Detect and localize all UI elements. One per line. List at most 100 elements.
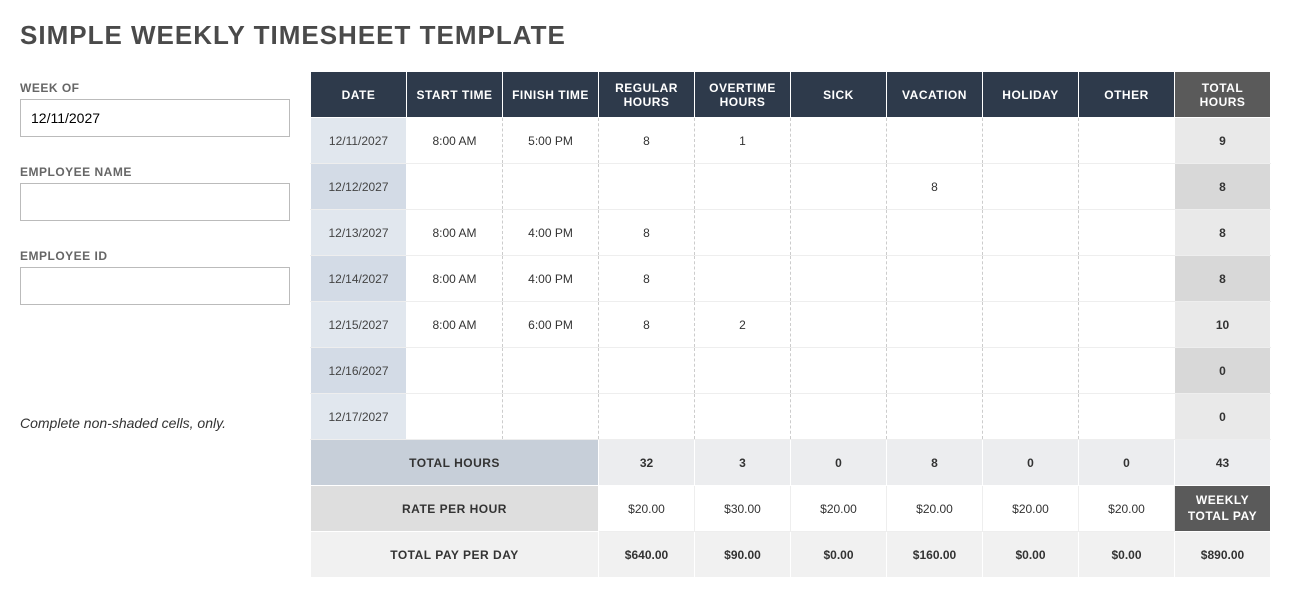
cell-total: 9 [1175, 118, 1271, 164]
cell-overtime[interactable] [695, 210, 791, 256]
employee-name-input[interactable] [20, 183, 290, 221]
cell-regular[interactable] [599, 164, 695, 210]
cell-overtime[interactable] [695, 394, 791, 440]
cell-regular[interactable]: 8 [599, 302, 695, 348]
total-regular: 32 [599, 440, 695, 486]
cell-sick[interactable] [791, 394, 887, 440]
cell-sick[interactable] [791, 302, 887, 348]
cell-start[interactable] [407, 394, 503, 440]
cell-other[interactable] [1079, 256, 1175, 302]
cell-start[interactable] [407, 164, 503, 210]
header-row: DATE START TIME FINISH TIME REGULAR HOUR… [311, 72, 1271, 118]
cell-sick[interactable] [791, 210, 887, 256]
pay-sick: $0.00 [791, 532, 887, 578]
rate-overtime[interactable]: $30.00 [695, 486, 791, 532]
rate-regular[interactable]: $20.00 [599, 486, 695, 532]
cell-vacation[interactable] [887, 256, 983, 302]
header-vacation: VACATION [887, 72, 983, 118]
cell-holiday[interactable] [983, 302, 1079, 348]
cell-sick[interactable] [791, 256, 887, 302]
pay-regular: $640.00 [599, 532, 695, 578]
cell-regular[interactable] [599, 394, 695, 440]
week-of-input[interactable] [20, 99, 290, 137]
cell-finish[interactable] [503, 164, 599, 210]
cell-overtime[interactable] [695, 348, 791, 394]
cell-date: 12/12/2027 [311, 164, 407, 210]
cell-finish[interactable] [503, 394, 599, 440]
cell-holiday[interactable] [983, 348, 1079, 394]
table-row: 12/14/20278:00 AM4:00 PM88 [311, 256, 1271, 302]
cell-regular[interactable]: 8 [599, 256, 695, 302]
cell-regular[interactable]: 8 [599, 210, 695, 256]
rate-other[interactable]: $20.00 [1079, 486, 1175, 532]
cell-total: 8 [1175, 164, 1271, 210]
pay-other: $0.00 [1079, 532, 1175, 578]
table-row: 12/12/2027 8 8 [311, 164, 1271, 210]
cell-holiday[interactable] [983, 164, 1079, 210]
cell-other[interactable] [1079, 348, 1175, 394]
table-row: 12/16/2027 0 [311, 348, 1271, 394]
cell-other[interactable] [1079, 302, 1175, 348]
cell-start[interactable]: 8:00 AM [407, 256, 503, 302]
cell-vacation[interactable] [887, 302, 983, 348]
rate-holiday[interactable]: $20.00 [983, 486, 1079, 532]
table-row: 12/17/2027 0 [311, 394, 1271, 440]
cell-overtime[interactable]: 2 [695, 302, 791, 348]
cell-finish[interactable]: 4:00 PM [503, 256, 599, 302]
cell-finish[interactable]: 5:00 PM [503, 118, 599, 164]
cell-other[interactable] [1079, 118, 1175, 164]
instruction-note: Complete non-shaded cells, only. [20, 415, 290, 431]
cell-holiday[interactable] [983, 118, 1079, 164]
cell-overtime[interactable] [695, 256, 791, 302]
cell-overtime[interactable] [695, 164, 791, 210]
cell-start[interactable] [407, 348, 503, 394]
cell-start[interactable]: 8:00 AM [407, 118, 503, 164]
cell-regular[interactable]: 8 [599, 118, 695, 164]
cell-vacation[interactable] [887, 118, 983, 164]
cell-date: 12/11/2027 [311, 118, 407, 164]
cell-holiday[interactable] [983, 394, 1079, 440]
cell-holiday[interactable] [983, 256, 1079, 302]
cell-other[interactable] [1079, 164, 1175, 210]
total-sick: 0 [791, 440, 887, 486]
total-other: 0 [1079, 440, 1175, 486]
cell-other[interactable] [1079, 394, 1175, 440]
week-of-label: WEEK OF [20, 81, 290, 95]
table-row: 12/13/20278:00 AM4:00 PM88 [311, 210, 1271, 256]
total-hours-row: TOTAL HOURS 32 3 0 8 0 0 43 [311, 440, 1271, 486]
total-pay-row: TOTAL PAY PER DAY $640.00 $90.00 $0.00 $… [311, 532, 1271, 578]
cell-total: 0 [1175, 394, 1271, 440]
cell-finish[interactable] [503, 348, 599, 394]
cell-other[interactable] [1079, 210, 1175, 256]
employee-id-input[interactable] [20, 267, 290, 305]
cell-finish[interactable]: 4:00 PM [503, 210, 599, 256]
cell-sick[interactable] [791, 348, 887, 394]
header-start: START TIME [407, 72, 503, 118]
rate-label: RATE PER HOUR [311, 486, 599, 532]
cell-overtime[interactable]: 1 [695, 118, 791, 164]
rate-sick[interactable]: $20.00 [791, 486, 887, 532]
cell-total: 0 [1175, 348, 1271, 394]
cell-regular[interactable] [599, 348, 695, 394]
cell-start[interactable]: 8:00 AM [407, 302, 503, 348]
cell-sick[interactable] [791, 118, 887, 164]
cell-holiday[interactable] [983, 210, 1079, 256]
rate-vacation[interactable]: $20.00 [887, 486, 983, 532]
cell-vacation[interactable] [887, 348, 983, 394]
employee-id-label: EMPLOYEE ID [20, 249, 290, 263]
cell-start[interactable]: 8:00 AM [407, 210, 503, 256]
page-title: SIMPLE WEEKLY TIMESHEET TEMPLATE [20, 20, 1271, 51]
timesheet-table: DATE START TIME FINISH TIME REGULAR HOUR… [310, 71, 1271, 578]
cell-vacation[interactable] [887, 394, 983, 440]
header-sick: SICK [791, 72, 887, 118]
cell-date: 12/16/2027 [311, 348, 407, 394]
total-overtime: 3 [695, 440, 791, 486]
table-row: 12/15/20278:00 AM6:00 PM8210 [311, 302, 1271, 348]
cell-date: 12/17/2027 [311, 394, 407, 440]
cell-sick[interactable] [791, 164, 887, 210]
cell-finish[interactable]: 6:00 PM [503, 302, 599, 348]
cell-vacation[interactable] [887, 210, 983, 256]
cell-vacation[interactable]: 8 [887, 164, 983, 210]
pay-grand: $890.00 [1175, 532, 1271, 578]
left-panel: WEEK OF EMPLOYEE NAME EMPLOYEE ID Comple… [20, 71, 290, 431]
